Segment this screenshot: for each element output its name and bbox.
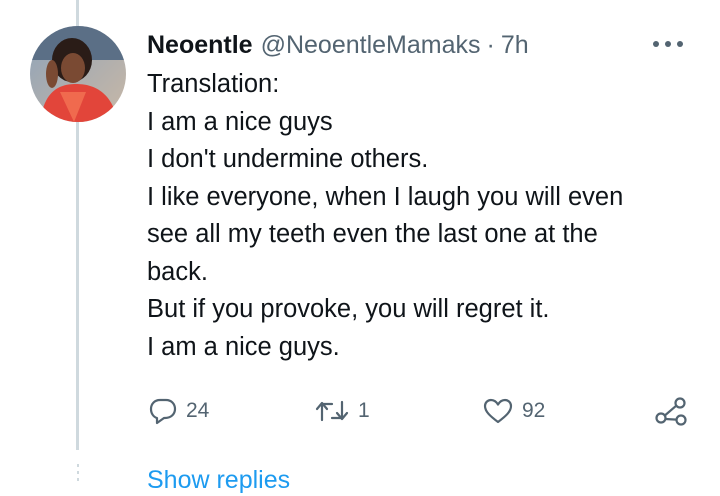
retweet-button[interactable]: 1 [314,394,370,428]
reply-icon [149,398,177,425]
like-count: 92 [522,399,546,422]
timestamp[interactable]: 7h [501,31,529,60]
like-button[interactable]: 92 [482,394,545,428]
tweet-line: I don't undermine others. [147,145,429,173]
tweet-line: back. [147,257,208,286]
user-handle[interactable]: @NeoentleMamaks [261,31,481,60]
separator: · [486,30,495,59]
share-button[interactable] [654,394,688,428]
reply-button[interactable]: 24 [148,394,209,428]
display-name[interactable]: Neoentle [147,31,253,60]
tweet-header: Neoentle @NeoentleMamaks · 7h [147,28,529,62]
avatar[interactable] [30,26,126,122]
tweet-line: see all my teeth even the last one at th… [147,220,598,248]
avatar-image [30,26,126,122]
tweet-text: Translation: I am a nice guys I don't un… [147,66,707,366]
heart-icon [483,398,513,424]
tweet-line: I am a nice guys [147,107,333,136]
tweet-line: Translation: [147,70,280,98]
retweet-icon [315,400,349,422]
more-horizontal-icon [653,41,683,47]
tweet-line: I am a nice guys. [147,332,340,361]
show-replies-link[interactable]: Show replies [147,466,290,495]
tweet-line: But if you provoke, you will regret it. [147,295,550,323]
reply-count: 24 [186,399,210,422]
share-icon [655,397,687,426]
tweet-line: I like everyone, when I laugh you will e… [147,182,624,211]
thread-dots [77,464,79,485]
retweet-count: 1 [358,399,370,422]
more-options-button[interactable] [650,36,686,52]
